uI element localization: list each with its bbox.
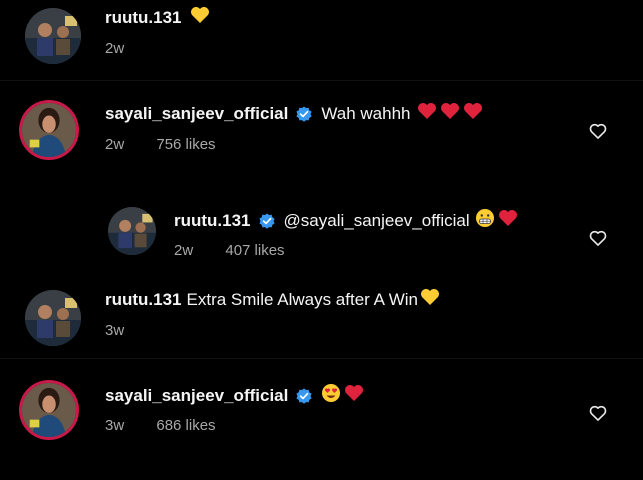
comment-item: ruutu.131 Extra Smile Always after A Win… — [0, 278, 643, 358]
verified-badge-icon — [296, 387, 312, 404]
red-heart-icon — [498, 209, 518, 232]
comment-item: sayali_sanjeev_official 3w 686 likes — [0, 359, 643, 480]
comment-text: Wah wahhh — [321, 103, 411, 123]
avatar[interactable] — [22, 383, 76, 437]
like-heart-icon[interactable] — [588, 228, 608, 248]
mention-link[interactable]: @sayali_sanjeev_official — [284, 211, 470, 231]
like-heart-icon[interactable] — [588, 403, 608, 423]
avatar[interactable] — [25, 8, 81, 64]
comment-username[interactable]: ruutu.131 — [105, 290, 182, 310]
comment-time: 3w — [105, 417, 125, 434]
avatar[interactable] — [108, 207, 156, 255]
comment-text: Extra Smile Always after A Win — [186, 289, 418, 309]
comment-item: sayali_sanjeev_official Wah wahhh 2w 756… — [0, 81, 643, 177]
grimacing-face-icon — [475, 208, 495, 233]
red-heart-icon — [463, 102, 483, 125]
avatar[interactable] — [25, 290, 81, 346]
avatar[interactable] — [22, 103, 76, 157]
red-heart-icon — [440, 102, 460, 125]
comment-item: ruutu.131 2w — [0, 0, 643, 80]
comment-likes[interactable]: 756 likes — [156, 136, 215, 153]
comment-username[interactable]: sayali_sanjeev_official — [105, 386, 288, 406]
yellow-heart-icon — [420, 288, 440, 311]
red-heart-icon — [417, 102, 437, 125]
comment-username[interactable]: ruutu.131 — [105, 8, 182, 28]
comment-username[interactable]: ruutu.131 — [174, 211, 251, 231]
comment-time: 2w — [174, 242, 194, 259]
comment-username[interactable]: sayali_sanjeev_official — [105, 104, 288, 124]
comment-likes[interactable]: 686 likes — [156, 417, 215, 434]
yellow-heart-icon — [190, 6, 210, 29]
verified-badge-icon — [296, 105, 312, 122]
heart-eyes-face-icon — [321, 383, 341, 408]
comment-reply: ruutu.131 @sayali_sanjeev_official 2w 40… — [0, 193, 643, 273]
red-heart-icon — [344, 384, 364, 407]
comment-time: 3w — [105, 322, 125, 339]
comment-likes[interactable]: 407 likes — [225, 242, 284, 259]
comment-time: 2w — [105, 40, 125, 57]
comment-time: 2w — [105, 136, 125, 153]
verified-badge-icon — [258, 212, 275, 229]
like-heart-icon[interactable] — [588, 121, 608, 141]
